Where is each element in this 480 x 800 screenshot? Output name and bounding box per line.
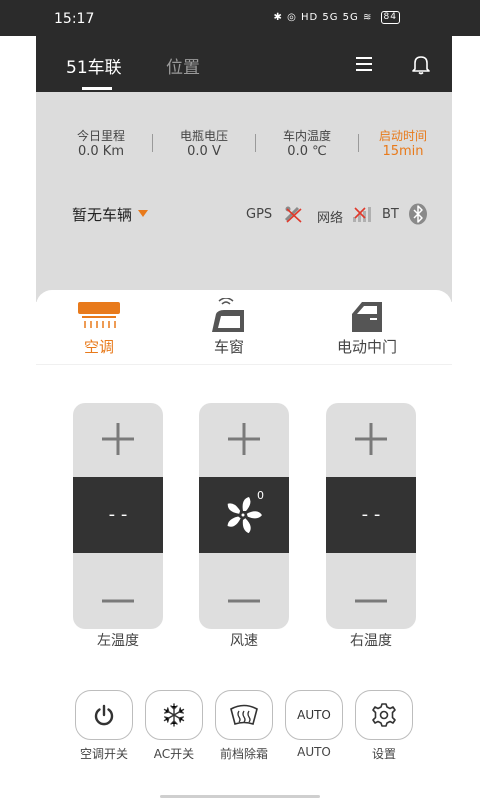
divider (152, 134, 153, 152)
divider (358, 134, 359, 152)
tab-sliding-door[interactable]: 电动中门 (312, 298, 422, 357)
tab-air-conditioning[interactable]: 空调 (44, 298, 154, 357)
increase-fan-speed-button[interactable] (226, 421, 262, 457)
status-time: 15:17 (54, 11, 95, 27)
stat-today-mileage: 今日里程 0.0 Km (64, 128, 138, 160)
auto-label: AUTO (297, 745, 331, 759)
gps-off-icon (284, 206, 302, 223)
home-indicator[interactable] (160, 795, 320, 798)
left-temperature-label: 左温度 (97, 633, 139, 649)
battery-icon: 84 (380, 11, 400, 24)
air-conditioner-icon (78, 302, 120, 328)
bt-label: BT (382, 207, 399, 222)
gear-icon (372, 703, 396, 727)
auto-button[interactable]: AUTO (285, 690, 343, 740)
bell-icon[interactable] (410, 53, 432, 75)
fan-speed-level: 0 (257, 489, 264, 502)
snowflake-icon (163, 703, 185, 727)
vehicle-info-panel: 今日里程 0.0 Km 电瓶电压 0.0 V 车内温度 0.0 ℃ 启动时间 1… (36, 92, 452, 302)
menu-icon[interactable] (356, 56, 372, 72)
tab-car-window[interactable]: 车窗 (174, 298, 284, 357)
left-temperature-slider: - - (73, 403, 163, 629)
ac-power-control: 空调开关 (74, 690, 134, 762)
climate-control-card: 空调 车窗 电动中门 - - 左温度 0 风速 - - 右温度 空调开关 AC开… (36, 290, 452, 800)
car-window-icon (212, 298, 244, 332)
stat-label: 启动时间 (378, 129, 427, 143)
vehicle-name: 暂无车辆 (72, 206, 133, 224)
gps-label: GPS (246, 207, 273, 222)
defrost-control: 前档除霜 (214, 690, 274, 762)
tab-51-car[interactable]: 51车联 (66, 53, 122, 78)
dropdown-caret-icon (138, 210, 149, 217)
status-bar: 15:17 ✱ ◎ HD 5G 5G ≋ 84 (0, 0, 480, 36)
left-temperature-value: - - (73, 477, 163, 553)
tab-label: 电动中门 (336, 338, 397, 356)
fan-speed-label: 风速 (230, 633, 258, 649)
stat-value: 0.0 Km (78, 144, 124, 159)
auto-control: AUTO AUTO (284, 690, 344, 759)
stat-value: 0.0 V (187, 144, 221, 159)
front-defrost-label: 前档除霜 (219, 747, 268, 761)
front-defrost-button[interactable] (215, 690, 273, 740)
divider (255, 134, 256, 152)
right-temperature-label: 右温度 (350, 633, 392, 649)
status-icons: ✱ ◎ HD 5G 5G ≋ 84 (274, 11, 400, 24)
stat-battery-voltage: 电瓶电压 0.0 V (167, 128, 241, 160)
settings-label: 设置 (371, 747, 396, 761)
increase-left-temperature-button[interactable] (100, 421, 136, 457)
vehicle-selector[interactable]: 暂无车辆 (72, 204, 149, 225)
active-tab-indicator (82, 87, 112, 90)
power-icon (94, 704, 114, 726)
decrease-fan-speed-button[interactable] (226, 583, 262, 619)
stat-value: 0.0 ℃ (287, 144, 327, 159)
ac-compressor-control: AC开关 (144, 690, 204, 762)
right-temperature-value: - - (326, 477, 416, 553)
ac-toggle-button[interactable] (145, 690, 203, 740)
car-door-icon (352, 302, 382, 332)
fan-speed-display: 0 (199, 477, 289, 553)
ac-power-button[interactable] (75, 690, 133, 740)
stat-label: 今日里程 (76, 129, 125, 143)
right-temperature-slider: - - (326, 403, 416, 629)
increase-right-temperature-button[interactable] (353, 421, 389, 457)
bluetooth-icon (409, 203, 427, 225)
network-label: 网络 (317, 211, 344, 226)
stat-cabin-temperature: 车内温度 0.0 ℃ (270, 128, 344, 160)
status-icons-text: ✱ ◎ HD 5G 5G ≋ (273, 12, 373, 23)
settings-control: 设置 (354, 690, 414, 762)
tab-label: 空调 (83, 338, 114, 356)
stat-label: 电瓶电压 (179, 129, 228, 143)
ac-toggle-label: AC开关 (153, 747, 195, 761)
tab-divider (36, 364, 452, 365)
windshield-defrost-icon (230, 704, 258, 726)
stat-start-time: 启动时间 15min (366, 128, 440, 160)
decrease-right-temperature-button[interactable] (353, 583, 389, 619)
stat-label: 车内温度 (282, 129, 331, 143)
tab-label: 车窗 (213, 338, 244, 356)
stat-value: 15min (382, 144, 424, 159)
decrease-left-temperature-button[interactable] (100, 583, 136, 619)
top-nav-bar: 51车联 位置 (36, 36, 452, 92)
settings-button[interactable] (355, 690, 413, 740)
tab-location[interactable]: 位置 (166, 53, 200, 78)
network-signal-off-icon (353, 207, 371, 222)
fan-speed-slider: 0 (199, 403, 289, 629)
ac-power-label: 空调开关 (79, 747, 128, 761)
